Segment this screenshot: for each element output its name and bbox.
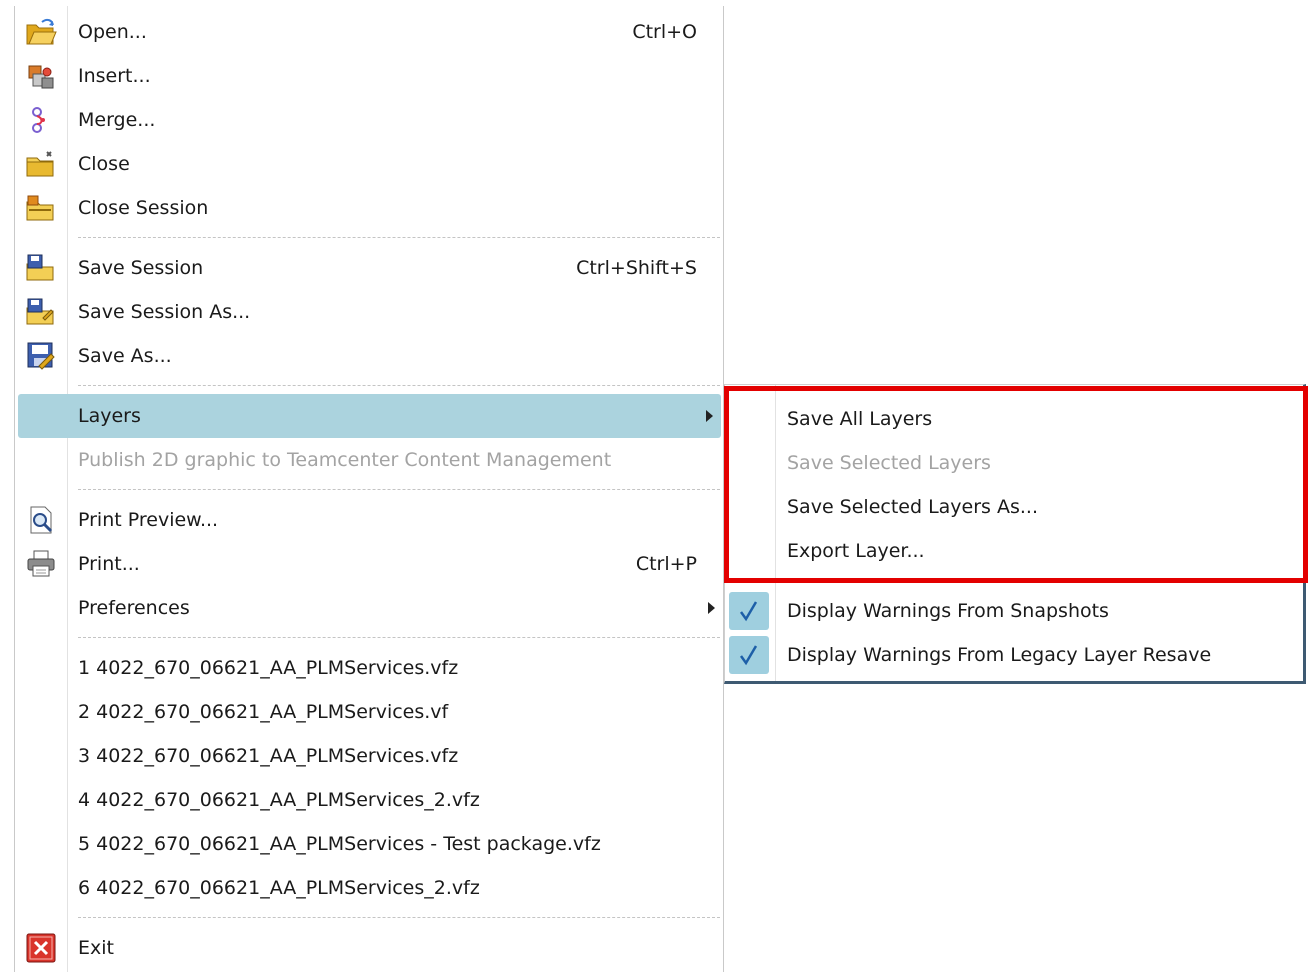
menu-item-close[interactable]: Close xyxy=(15,142,723,186)
menu-item-save-session-as[interactable]: Save Session As... xyxy=(15,290,723,334)
submenu-toggle-warnings-legacy-resave[interactable]: Display Warnings From Legacy Layer Resav… xyxy=(725,633,1303,677)
menu-item-label: Open... xyxy=(78,21,147,43)
checkmark-icon xyxy=(729,592,769,630)
exit-icon xyxy=(25,932,57,964)
file-menu: Open... Ctrl+O Insert... Merge... Close … xyxy=(14,6,724,972)
submenu-arrow-icon xyxy=(708,602,715,614)
submenu-item-save-selected-layers-as[interactable]: Save Selected Layers As... xyxy=(725,485,1303,529)
recent-file-item[interactable]: 6 4022_670_06621_AA_PLMServices_2.vfz xyxy=(15,866,723,910)
menu-item-label: Close xyxy=(78,153,130,175)
menu-item-shortcut: Ctrl+P xyxy=(635,553,697,575)
submenu-item-label: Save Selected Layers As... xyxy=(787,496,1039,518)
submenu-item-label: Save Selected Layers xyxy=(787,452,991,474)
menu-item-insert[interactable]: Insert... xyxy=(15,54,723,98)
menu-item-close-session[interactable]: Close Session xyxy=(15,186,723,230)
submenu-item-export-layer[interactable]: Export Layer... xyxy=(725,529,1303,573)
close-session-icon xyxy=(25,192,57,224)
open-folder-icon xyxy=(25,16,57,48)
printer-icon xyxy=(25,548,57,580)
recent-file-label: 5 4022_670_06621_AA_PLMServices - Test p… xyxy=(78,833,601,855)
menu-item-merge[interactable]: Merge... xyxy=(15,98,723,142)
menu-item-save-as[interactable]: Save As... xyxy=(15,334,723,378)
submenu-item-label: Display Warnings From Snapshots xyxy=(787,600,1109,622)
menu-separator xyxy=(78,237,720,238)
submenu-item-label: Save All Layers xyxy=(787,408,933,430)
recent-file-label: 3 4022_670_06621_AA_PLMServices.vfz xyxy=(78,745,459,767)
menu-item-label: Close Session xyxy=(78,197,209,219)
menu-item-label: Insert... xyxy=(78,65,151,87)
menu-item-label: Save Session xyxy=(78,257,204,279)
menu-item-label: Exit xyxy=(78,937,114,959)
recent-file-label: 1 4022_670_06621_AA_PLMServices.vfz xyxy=(78,657,459,679)
menu-separator xyxy=(78,489,720,490)
save-session-as-icon xyxy=(25,296,57,328)
print-preview-icon xyxy=(25,504,57,536)
recent-file-item[interactable]: 2 4022_670_06621_AA_PLMServices.vf xyxy=(15,690,723,734)
menu-item-shortcut: Ctrl+Shift+S xyxy=(576,257,697,279)
submenu-arrow-icon xyxy=(706,410,713,422)
recent-file-item[interactable]: 1 4022_670_06621_AA_PLMServices.vfz xyxy=(15,646,723,690)
merge-icon xyxy=(25,104,57,136)
menu-item-label: Merge... xyxy=(78,109,156,131)
recent-file-label: 4 4022_670_06621_AA_PLMServices_2.vfz xyxy=(78,789,480,811)
menu-item-open[interactable]: Open... Ctrl+O xyxy=(15,10,723,54)
menu-item-exit[interactable]: Exit xyxy=(15,926,723,970)
menu-item-label: Publish 2D graphic to Teamcenter Content… xyxy=(78,449,612,471)
menu-item-label: Layers xyxy=(78,405,141,427)
menu-item-print-preview[interactable]: Print Preview... xyxy=(15,498,723,542)
recent-file-item[interactable]: 5 4022_670_06621_AA_PLMServices - Test p… xyxy=(15,822,723,866)
close-folder-icon xyxy=(25,148,57,180)
menu-separator xyxy=(78,385,720,386)
submenu-item-save-selected-layers[interactable]: Save Selected Layers xyxy=(725,441,1303,485)
menu-item-shortcut: Ctrl+O xyxy=(632,21,697,43)
submenu-item-save-all-layers[interactable]: Save All Layers xyxy=(725,397,1303,441)
submenu-item-label: Export Layer... xyxy=(787,540,925,562)
menu-separator xyxy=(78,917,720,918)
recent-file-item[interactable]: 3 4022_670_06621_AA_PLMServices.vfz xyxy=(15,734,723,778)
menu-item-publish-2d[interactable]: Publish 2D graphic to Teamcenter Content… xyxy=(15,438,723,482)
checkmark-icon xyxy=(729,636,769,674)
save-session-icon xyxy=(25,252,57,284)
recent-file-item[interactable]: 4 4022_670_06621_AA_PLMServices_2.vfz xyxy=(15,778,723,822)
menu-item-label: Save As... xyxy=(78,345,172,367)
menu-separator xyxy=(78,637,720,638)
layers-submenu: Save All Layers Save Selected Layers Sav… xyxy=(724,384,1306,684)
menu-item-label: Preferences xyxy=(78,597,190,619)
recent-file-label: 6 4022_670_06621_AA_PLMServices_2.vfz xyxy=(78,877,480,899)
menu-item-label: Save Session As... xyxy=(78,301,251,323)
menu-item-preferences[interactable]: Preferences xyxy=(15,586,723,630)
save-as-icon xyxy=(25,340,57,372)
insert-parts-icon xyxy=(25,60,57,92)
menu-item-layers[interactable]: Layers xyxy=(18,394,721,438)
menu-item-label: Print Preview... xyxy=(78,509,219,531)
submenu-toggle-warnings-snapshots[interactable]: Display Warnings From Snapshots xyxy=(725,589,1303,633)
menu-item-print[interactable]: Print... Ctrl+P xyxy=(15,542,723,586)
menu-item-save-session[interactable]: Save Session Ctrl+Shift+S xyxy=(15,246,723,290)
recent-file-label: 2 4022_670_06621_AA_PLMServices.vf xyxy=(78,701,449,723)
submenu-item-label: Display Warnings From Legacy Layer Resav… xyxy=(787,644,1212,666)
menu-item-label: Print... xyxy=(78,553,140,575)
